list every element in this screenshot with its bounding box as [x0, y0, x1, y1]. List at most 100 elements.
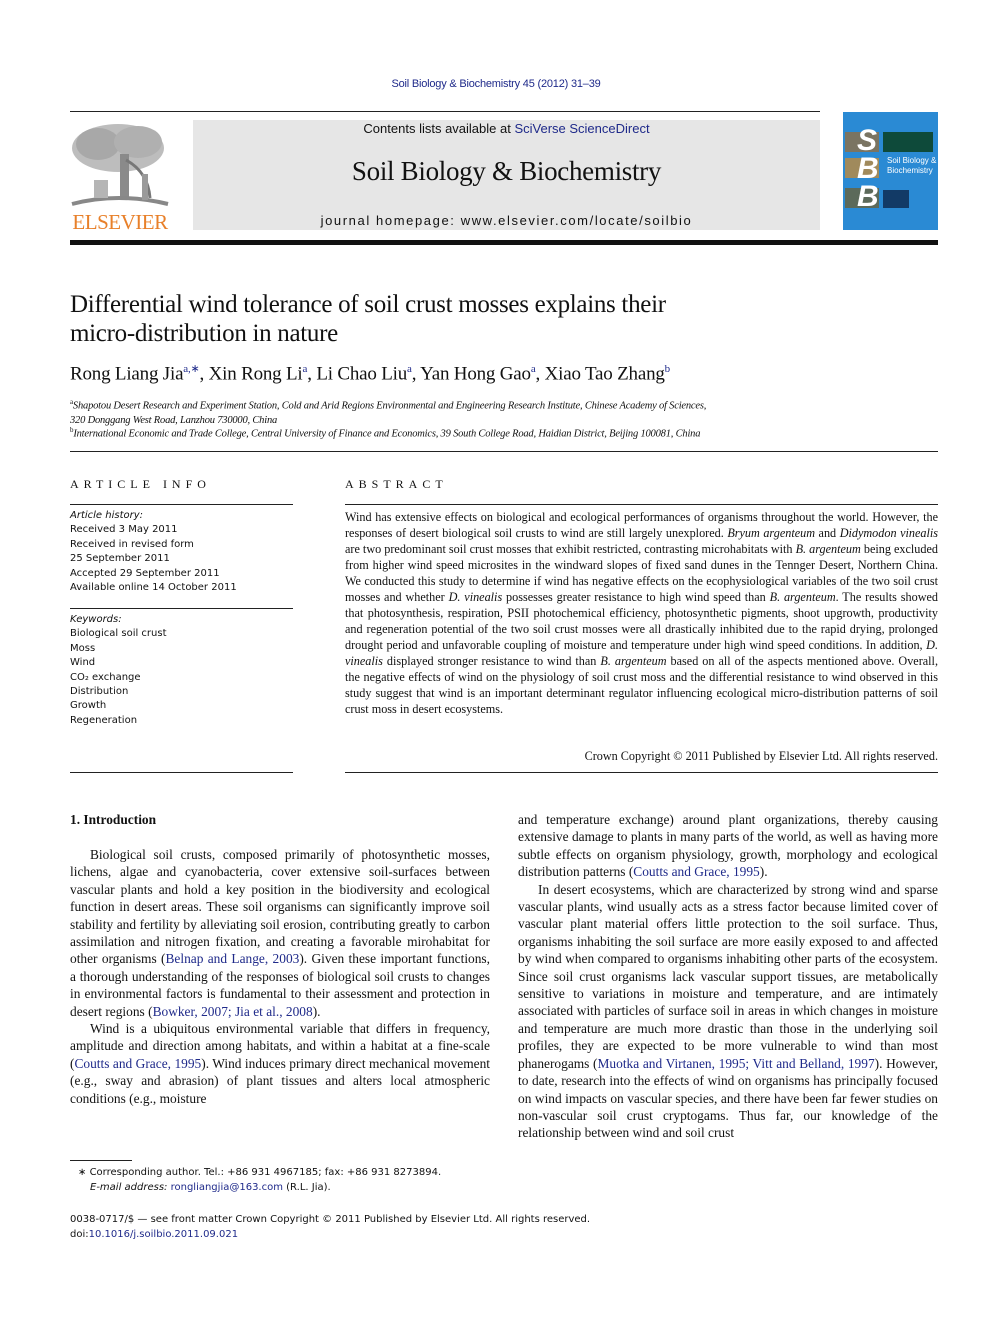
cover-title-line2: Biochemistry: [887, 166, 933, 175]
text-run: Biological soil crusts, composed primari…: [70, 847, 490, 967]
keyword-item: Distribution: [70, 686, 129, 698]
author-name[interactable]: Xin Rong Li: [209, 363, 303, 384]
text-run: displayed stronger resistance to wind th…: [382, 654, 601, 668]
author-name[interactable]: Yan Hong Gao: [420, 363, 531, 384]
history-list: Received 3 May 2011 Received in revised f…: [70, 523, 293, 595]
history-item: Received 3 May 2011: [70, 524, 178, 536]
abstract-copyright: Crown Copyright © 2011 Published by Else…: [584, 749, 938, 763]
cover-title: Soil Biology & Biochemistry: [887, 156, 936, 176]
species-name: B. argenteum: [795, 542, 861, 556]
species-name: D. vinealis: [448, 590, 503, 604]
header-bottom-rule: [70, 240, 938, 245]
divider: [70, 608, 293, 609]
history-item: Accepted 29 September 2011: [70, 567, 220, 579]
email-label: E-mail address:: [90, 1182, 171, 1193]
doi-link[interactable]: 10.1016/j.soilbio.2011.09.021: [89, 1229, 238, 1240]
corresponding-author: Corresponding author. Tel.: +86 931 4967…: [89, 1167, 442, 1178]
divider: [345, 504, 938, 505]
paragraph: In desert ecosystems, which are characte…: [518, 881, 938, 1142]
affiliation-b: bInternational Economic and Trade Colleg…: [70, 423, 940, 442]
species-name: Bryum argenteum: [727, 526, 816, 540]
text-run: ).: [312, 1003, 321, 1019]
author-name[interactable]: Li Chao Liu: [316, 363, 407, 384]
citation-link[interactable]: Belnap and Lange, 2003: [165, 951, 299, 966]
title-line-2: micro-distribution in nature: [70, 320, 338, 347]
author-affiliation-mark[interactable]: b: [665, 363, 671, 375]
issn-line: 0038-0717/$ — see front matter Crown Cop…: [70, 1214, 591, 1225]
keyword-item: Moss: [70, 642, 96, 654]
history-item: Received in revised form: [70, 538, 194, 550]
footnote: ∗ Corresponding author. Tel.: +86 931 49…: [70, 1165, 441, 1195]
text-run: possesses greater resistance to high win…: [502, 590, 770, 604]
doi-label: doi:: [70, 1229, 89, 1240]
tree-icon: [71, 124, 169, 206]
affiliation-text: Shapotou Desert Research and Experiment …: [72, 400, 707, 412]
text-run: In desert ecosystems, which are characte…: [518, 881, 938, 1071]
article-info-heading: ARTICLE INFO: [70, 477, 211, 491]
journal-homepage: journal homepage: www.elsevier.com/locat…: [193, 213, 820, 228]
contents-line: Contents lists available at SciVerse Sci…: [193, 121, 820, 136]
keyword-item: Growth: [70, 700, 107, 712]
elsevier-wordmark[interactable]: ELSEVIER: [68, 210, 172, 235]
running-head[interactable]: Soil Biology & Biochemistry 45 (2012) 31…: [0, 78, 992, 90]
citation-link[interactable]: Muotka and Virtanen, 1995; Vitt and Bell…: [598, 1056, 875, 1071]
cover-letter-b2: B: [857, 180, 879, 213]
species-name: B. argenteum: [769, 590, 836, 604]
author-separator: ,: [307, 363, 317, 385]
author-separator: ,: [411, 363, 421, 385]
section-heading-introduction: 1. Introduction: [70, 812, 157, 827]
email-link[interactable]: rongliangjia@163.com: [171, 1182, 283, 1193]
citation-link[interactable]: Coutts and Grace, 1995: [633, 864, 759, 879]
paragraph: and temperature exchange) around plant o…: [518, 811, 938, 881]
keyword-item: Wind: [70, 657, 96, 669]
homepage-prefix: journal homepage:: [320, 213, 461, 228]
text-run: and: [815, 526, 840, 540]
species-name: Didymodon vinealis: [839, 526, 938, 540]
bottom-meta: 0038-0717/$ — see front matter Crown Cop…: [70, 1212, 590, 1242]
keyword-item: CO₂ exchange: [70, 671, 141, 683]
history-label: Article history:: [70, 510, 144, 521]
keyword-item: Biological soil crust: [70, 628, 167, 640]
paragraph: Biological soil crusts, composed primari…: [70, 846, 490, 1020]
header-top-rule: [70, 111, 820, 112]
cover-title-line1: Soil Biology &: [887, 156, 937, 165]
text-run: ).: [759, 864, 768, 880]
history-item: 25 September 2011: [70, 553, 170, 565]
divider: [70, 772, 293, 773]
title-line-1: Differential wind tolerance of soil crus…: [70, 291, 666, 318]
left-column: Biological soil crusts, composed primari…: [70, 846, 490, 1107]
article-title: Differential wind tolerance of soil crus…: [70, 290, 830, 348]
footnote-rule: [70, 1160, 132, 1161]
abstract-heading: ABSTRACT: [345, 477, 448, 491]
homepage-url[interactable]: www.elsevier.com/locate/soilbio: [461, 213, 693, 228]
divider: [70, 451, 938, 452]
citation-link[interactable]: Bowker, 2007; Jia et al., 2008: [153, 1004, 313, 1019]
divider: [70, 504, 293, 505]
keyword-list: Biological soil crust Moss Wind CO₂ exchang…: [70, 627, 293, 728]
footnote-mark: ∗: [78, 1167, 87, 1178]
journal-title: Soil Biology & Biochemistry: [351, 156, 662, 186]
journal-cover-image[interactable]: S B B Soil Biology & Biochemistry: [843, 112, 938, 230]
author-list: Rong Liang Jiaa,∗, Xin Rong Lia, Li Chao…: [70, 362, 930, 385]
history-item: Available online 14 October 2011: [70, 582, 237, 594]
keywords: Keywords: Biological soil crust Moss Wind C…: [70, 613, 293, 728]
author-name[interactable]: Xiao Tao Zhang: [545, 363, 665, 384]
author-affiliation-mark[interactable]: a,∗: [183, 363, 199, 375]
article-history: Article history: Received 3 May 2011 Rece…: [70, 509, 293, 595]
cover-photo-5: [883, 190, 909, 208]
citation-link[interactable]: Coutts and Grace, 1995: [74, 1056, 201, 1071]
species-name: B. argenteum: [600, 654, 667, 668]
paragraph: Wind is a ubiquitous environmental varia…: [70, 1020, 490, 1107]
affiliation-text: International Economic and Trade College…: [73, 428, 701, 440]
contents-prefix: Contents lists available at: [363, 121, 515, 136]
email-suffix: (R.L. Jia).: [282, 1182, 331, 1193]
divider: [345, 772, 938, 773]
text-run: are two predominant soil crust mosses th…: [345, 542, 796, 556]
abstract-body: Wind has extensive effects on biological…: [345, 509, 938, 717]
sciencedirect-link[interactable]: SciVerse ScienceDirect: [514, 121, 649, 136]
author-separator: ,: [199, 363, 209, 385]
keywords-label: Keywords:: [70, 614, 122, 625]
keyword-item: Regeneration: [70, 714, 138, 726]
author-name[interactable]: Rong Liang Jia: [70, 363, 183, 384]
author-separator: ,: [535, 363, 545, 385]
